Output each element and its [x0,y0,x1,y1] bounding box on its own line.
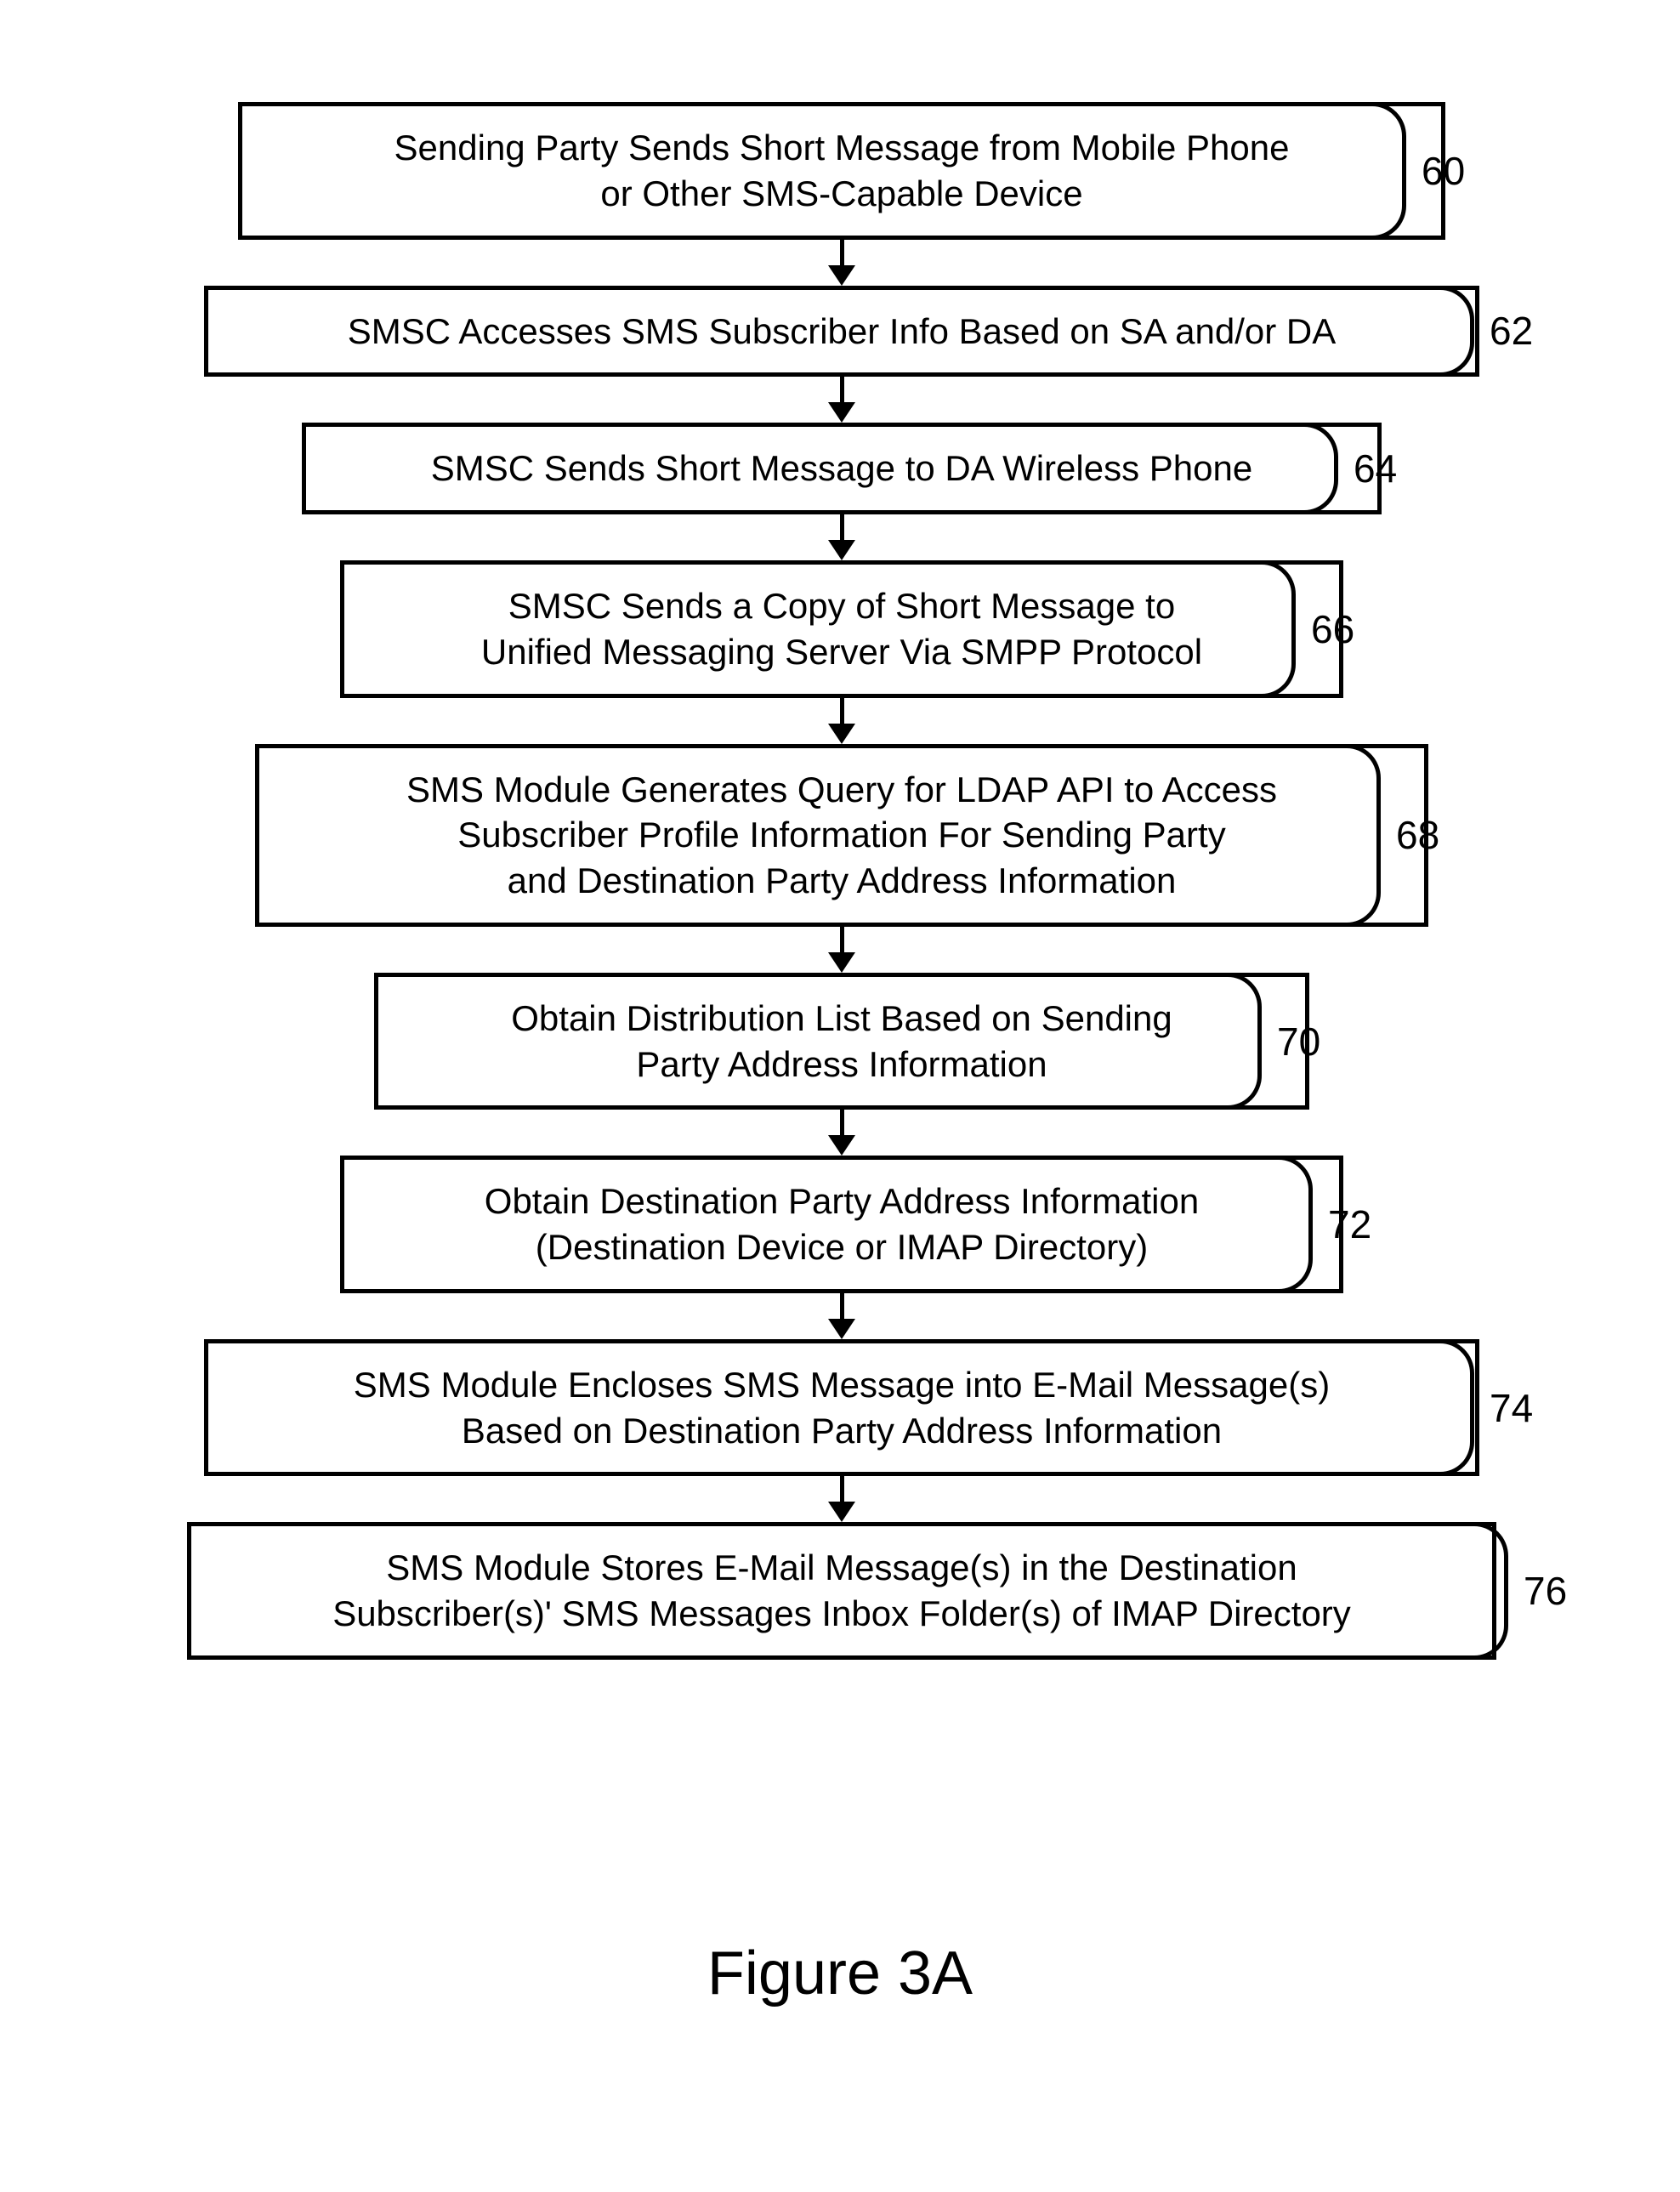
step-number: 62 [1490,308,1533,354]
step-number: 76 [1524,1568,1567,1614]
flowchart-box: Obtain Destination Party Address Informa… [340,1156,1343,1293]
flowchart-step: Sending Party Sends Short Message from M… [153,102,1530,240]
step-number: 66 [1311,606,1354,652]
step-number: 60 [1422,148,1465,194]
flowchart-box: SMSC Accesses SMS Subscriber Info Based … [204,286,1479,378]
flowchart-step: SMSC Sends a Copy of Short Message toUni… [153,560,1530,698]
brace-icon [1471,1522,1508,1660]
flowchart-step: Obtain Distribution List Based on Sendin… [153,973,1530,1110]
arrow-down-icon [828,377,855,423]
flowchart-step: SMS Module Encloses SMS Message into E-M… [153,1339,1530,1477]
step-number: 70 [1277,1019,1320,1065]
step-label-wrap: 64 [1301,423,1397,514]
flowchart-box: Obtain Distribution List Based on Sendin… [374,973,1309,1110]
arrow-down-icon [828,927,855,973]
flowchart-step: Obtain Destination Party Address Informa… [153,1156,1530,1293]
step-label-wrap: 74 [1437,1339,1533,1477]
brace-icon [1301,423,1338,514]
flowchart-step: SMS Module Stores E-Mail Message(s) in t… [153,1522,1530,1660]
brace-icon [1369,102,1406,240]
step-number: 72 [1328,1201,1371,1247]
flowchart-box: SMSC Sends a Copy of Short Message toUni… [340,560,1343,698]
brace-icon [1437,1339,1474,1477]
step-label-wrap: 62 [1437,286,1533,378]
arrow-down-icon [828,514,855,560]
step-label-wrap: 70 [1224,973,1320,1110]
arrow-down-icon [828,698,855,744]
flowchart-box: Sending Party Sends Short Message from M… [238,102,1445,240]
brace-icon [1437,286,1474,378]
arrow-down-icon [828,1476,855,1522]
step-number: 74 [1490,1385,1533,1431]
brace-icon [1258,560,1296,698]
step-number: 64 [1354,446,1397,491]
flowchart-box: SMSC Sends Short Message to DA Wireless … [302,423,1382,514]
brace-icon [1224,973,1262,1110]
step-label-wrap: 68 [1343,744,1439,927]
figure-caption: Figure 3A [0,1939,1680,2008]
flowchart: Sending Party Sends Short Message from M… [153,102,1530,1660]
step-number: 68 [1396,812,1439,858]
flowchart-box: SMS Module Generates Query for LDAP API … [255,744,1428,927]
arrow-down-icon [828,1110,855,1156]
step-label-wrap: 60 [1369,102,1465,240]
step-label-wrap: 66 [1258,560,1354,698]
flowchart-box: SMS Module Stores E-Mail Message(s) in t… [187,1522,1496,1660]
brace-icon [1275,1156,1313,1293]
step-label-wrap: 72 [1275,1156,1371,1293]
step-label-wrap: 76 [1471,1522,1567,1660]
flowchart-step: SMSC Accesses SMS Subscriber Info Based … [153,286,1530,378]
flowchart-box: SMS Module Encloses SMS Message into E-M… [204,1339,1479,1477]
brace-icon [1343,744,1381,927]
flowchart-step: SMSC Sends Short Message to DA Wireless … [153,423,1530,514]
arrow-down-icon [828,1293,855,1339]
flowchart-step: SMS Module Generates Query for LDAP API … [153,744,1530,927]
arrow-down-icon [828,240,855,286]
